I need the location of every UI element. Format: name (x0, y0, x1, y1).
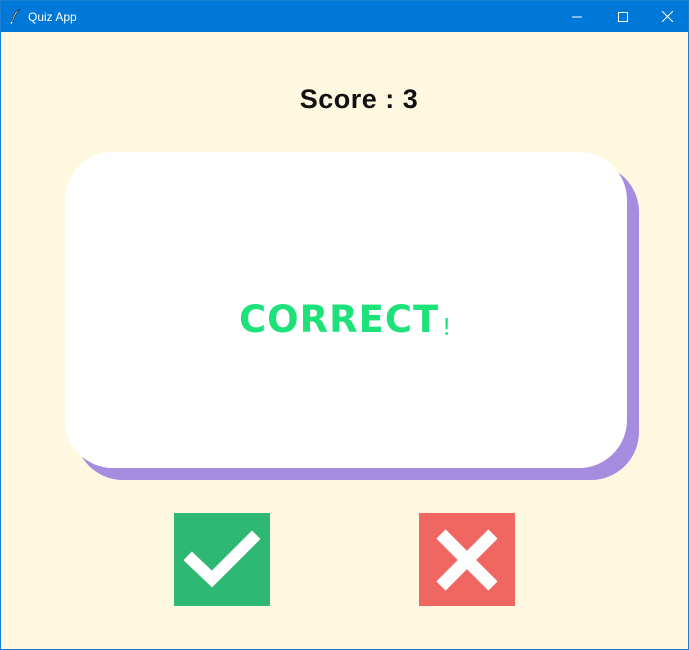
feedback-text: CORRECT (239, 298, 440, 341)
close-icon (661, 11, 673, 22)
close-button[interactable] (644, 1, 689, 32)
score-label: Score : 3 (299, 84, 419, 114)
true-button[interactable] (174, 513, 270, 606)
app-window: Quiz App Score : 3 CORRECT ! (0, 0, 689, 650)
feather-icon (10, 8, 21, 24)
quiz-content: Score : 3 CORRECT ! (1, 32, 688, 649)
window-title: Quiz App (28, 10, 77, 24)
maximize-button[interactable] (600, 1, 646, 32)
checkmark-icon (183, 530, 261, 587)
maximize-icon (618, 11, 628, 22)
cross-icon (436, 528, 498, 591)
minimize-icon (572, 16, 582, 17)
minimize-button[interactable] (554, 1, 600, 32)
title-bar[interactable]: Quiz App (1, 1, 688, 32)
feedback-exclamation: ! (442, 315, 452, 341)
false-button[interactable] (419, 513, 515, 606)
